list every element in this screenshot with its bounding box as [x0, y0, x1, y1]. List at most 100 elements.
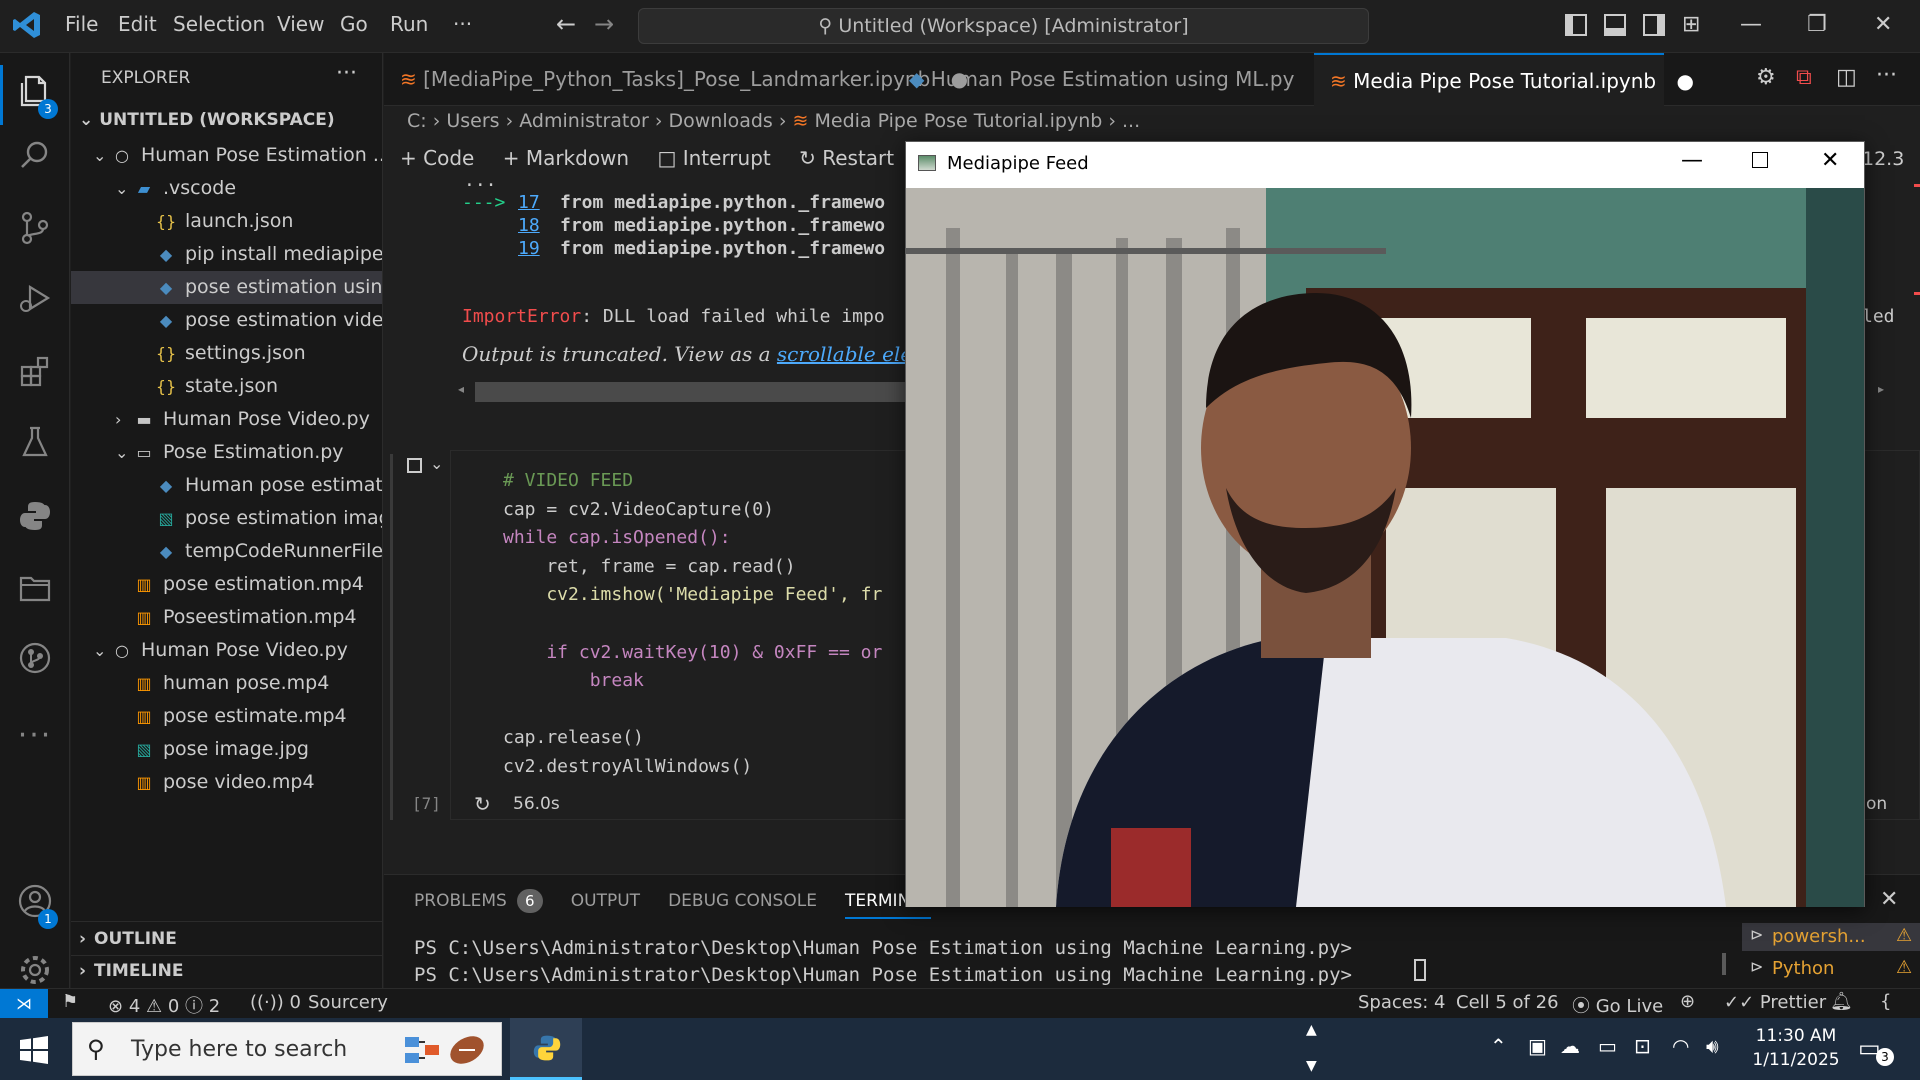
cell-position-status[interactable]: Cell 5 of 26: [1456, 992, 1559, 1013]
toggle-secondary-sidebar-icon[interactable]: [1643, 14, 1665, 36]
tree-item[interactable]: {} state.json: [71, 370, 382, 403]
tree-item[interactable]: ⌄ ▭ Pose Estimation.py: [71, 436, 382, 469]
source-control-icon[interactable]: [12, 211, 58, 257]
close-panel-icon[interactable]: ✕: [1880, 887, 1898, 912]
breadcrumb-item[interactable]: Downloads: [668, 110, 772, 132]
panel-tab[interactable]: OUTPUT: [571, 891, 640, 911]
meet-now-icon[interactable]: ▣: [1528, 1034, 1547, 1058]
back-arrow-icon[interactable]: ←: [556, 10, 576, 38]
tree-item[interactable]: {} settings.json: [71, 337, 382, 370]
toggle-sidebar-icon[interactable]: [1565, 14, 1587, 36]
testing-flask-icon[interactable]: [12, 425, 58, 471]
project-manager-icon[interactable]: [12, 571, 58, 617]
notebook-settings-icon[interactable]: ⚙: [1756, 65, 1776, 90]
horizontal-scrollbar[interactable]: [475, 382, 905, 402]
tab-media-pipe-tutorial[interactable]: ≋ Media Pipe Pose Tutorial.ipynb ●: [1314, 53, 1694, 106]
tree-item[interactable]: ⌄ ○ Human Pose Estimation ...: [71, 139, 382, 172]
tree-item[interactable]: ◆ pip install mediapipe ...: [71, 238, 382, 271]
battery-icon[interactable]: ▭: [1598, 1034, 1617, 1058]
tree-item[interactable]: › ▬ Human Pose Video.py: [71, 403, 382, 436]
cell-language-suffix[interactable]: on: [1866, 794, 1887, 814]
problems-status[interactable]: ⊗ 4 ⚠ 0 ⓘ 2: [108, 992, 220, 1018]
menu-item-1[interactable]: Edit: [118, 12, 157, 36]
toggle-panel-icon[interactable]: [1604, 14, 1626, 36]
taskbar-scroll-up-icon[interactable]: ▲: [1306, 1022, 1317, 1038]
more-icon[interactable]: ···: [12, 713, 58, 759]
menu-item-2[interactable]: Selection: [173, 12, 265, 36]
tree-item[interactable]: ◆ pose estimation usin...: [71, 271, 382, 304]
timeline-section[interactable]: › TIMELINE: [79, 955, 183, 988]
panel-tab[interactable]: DEBUG CONSOLE: [668, 891, 817, 911]
explorer-more-icon[interactable]: ···: [336, 61, 357, 86]
breadcrumb-item[interactable]: C:: [407, 110, 427, 132]
restart-button[interactable]: ↻ Restart: [799, 146, 894, 170]
forward-arrow-icon[interactable]: →: [594, 10, 614, 38]
command-center[interactable]: ⚲ Untitled (Workspace) [Administrator]: [638, 8, 1369, 44]
taskbar-python-app[interactable]: [510, 1018, 582, 1080]
tree-item[interactable]: ▧ pose image.jpg: [71, 733, 382, 766]
maximize-icon[interactable]: [1752, 152, 1768, 168]
tree-item[interactable]: ▥ pose video.mp4: [71, 766, 382, 799]
more-actions-icon[interactable]: ···: [1876, 63, 1897, 88]
run-debug-icon[interactable]: [12, 281, 58, 327]
terminal-list-item-powershell[interactable]: ⊳ powersh... ⚠: [1742, 923, 1920, 951]
kernel-version[interactable]: 12.3: [1862, 148, 1904, 170]
tree-item[interactable]: ▧ pose estimation imag...: [71, 502, 382, 535]
search-icon[interactable]: [12, 139, 58, 185]
customize-layout-icon[interactable]: ⊞: [1682, 12, 1700, 37]
scroll-left-icon[interactable]: ◂: [458, 382, 464, 396]
wifi-icon[interactable]: ◠: [1672, 1034, 1689, 1058]
git-graph-icon[interactable]: [12, 641, 58, 687]
show-hidden-icons-icon[interactable]: ⌃: [1490, 1034, 1507, 1058]
go-live-button[interactable]: ⦿ Go Live: [1572, 992, 1663, 1018]
panel-tab[interactable]: PROBLEMS 6: [414, 889, 543, 913]
line-number-link[interactable]: 17: [518, 192, 552, 213]
tree-item[interactable]: ▥ pose estimate.mp4: [71, 700, 382, 733]
tree-item[interactable]: {} launch.json: [71, 205, 382, 238]
cell-collapse-icon[interactable]: ⌄: [430, 454, 443, 473]
tree-item[interactable]: ▥ human pose.mp4: [71, 667, 382, 700]
restore-icon[interactable]: ❐: [1807, 12, 1827, 37]
volume-icon[interactable]: 🔊︎: [1706, 1034, 1719, 1058]
unsaved-dot-icon[interactable]: ●: [1676, 69, 1693, 93]
tree-item[interactable]: ▥ Poseestimation.mp4: [71, 601, 382, 634]
interrupt-button[interactable]: □ Interrupt: [657, 146, 770, 170]
indentation-status[interactable]: Spaces: 4: [1358, 992, 1445, 1013]
tab-pose-landmarker[interactable]: ≋ [MediaPipe_Python_Tasks]_Pose_Landmark…: [384, 53, 968, 106]
feed-title-bar[interactable]: Mediapipe Feed — ✕: [906, 142, 1864, 188]
add-code-button[interactable]: + Code: [400, 146, 474, 170]
remote-icon[interactable]: ⋊: [0, 989, 48, 1018]
scroll-right-icon[interactable]: ▸: [1878, 382, 1884, 396]
taskbar-clock[interactable]: 11:30 AM 1/11/2025: [1748, 1026, 1844, 1070]
close-icon[interactable]: ✕: [1821, 148, 1839, 173]
add-markdown-button[interactable]: + Markdown: [503, 146, 629, 170]
minimize-icon[interactable]: —: [1740, 12, 1762, 37]
copilot-icon[interactable]: ⊕: [1680, 991, 1695, 1012]
prettier-status[interactable]: ✓✓ Prettier: [1724, 992, 1826, 1013]
menu-item-0[interactable]: File: [65, 12, 98, 36]
terminal-scrollbar[interactable]: [1722, 953, 1726, 975]
account-icon[interactable]: 1: [12, 883, 58, 929]
tab-human-pose-ml[interactable]: ◆ Human Pose Estimation using ML.py ●: [909, 53, 1332, 106]
cell-run-checkbox[interactable]: [407, 458, 422, 473]
breadcrumb-item[interactable]: Users: [446, 110, 499, 132]
explorer-icon[interactable]: 3: [12, 73, 58, 119]
python-icon[interactable]: [12, 499, 58, 545]
tree-item[interactable]: ◆ pose estimation vide...: [71, 304, 382, 337]
menu-item-5[interactable]: Run: [390, 12, 428, 36]
tree-item[interactable]: ◆ Human pose estimati...: [71, 469, 382, 502]
menu-item-6[interactable]: ···: [453, 12, 472, 36]
feedback-icon[interactable]: {: [1880, 991, 1891, 1012]
workspace-header[interactable]: ⌄ UNTITLED (WORKSPACE): [79, 104, 379, 137]
line-number-link[interactable]: 18: [518, 215, 552, 236]
tree-item[interactable]: ▥ pose estimation.mp4: [71, 568, 382, 601]
taskbar-scroll-down-icon[interactable]: ▼: [1306, 1058, 1317, 1074]
rocket-icon[interactable]: ⚑: [62, 991, 78, 1012]
sourcery-status[interactable]: Sourcery: [308, 992, 388, 1013]
extensions-icon[interactable]: [12, 355, 58, 401]
outline-section[interactable]: › OUTLINE: [79, 923, 177, 956]
close-icon[interactable]: ✕: [1874, 12, 1892, 37]
taskbar-search-box[interactable]: ⚲ Type here to search: [72, 1022, 502, 1076]
minimize-icon[interactable]: —: [1681, 148, 1703, 173]
tree-item[interactable]: ⌄ ▰ .vscode: [71, 172, 382, 205]
